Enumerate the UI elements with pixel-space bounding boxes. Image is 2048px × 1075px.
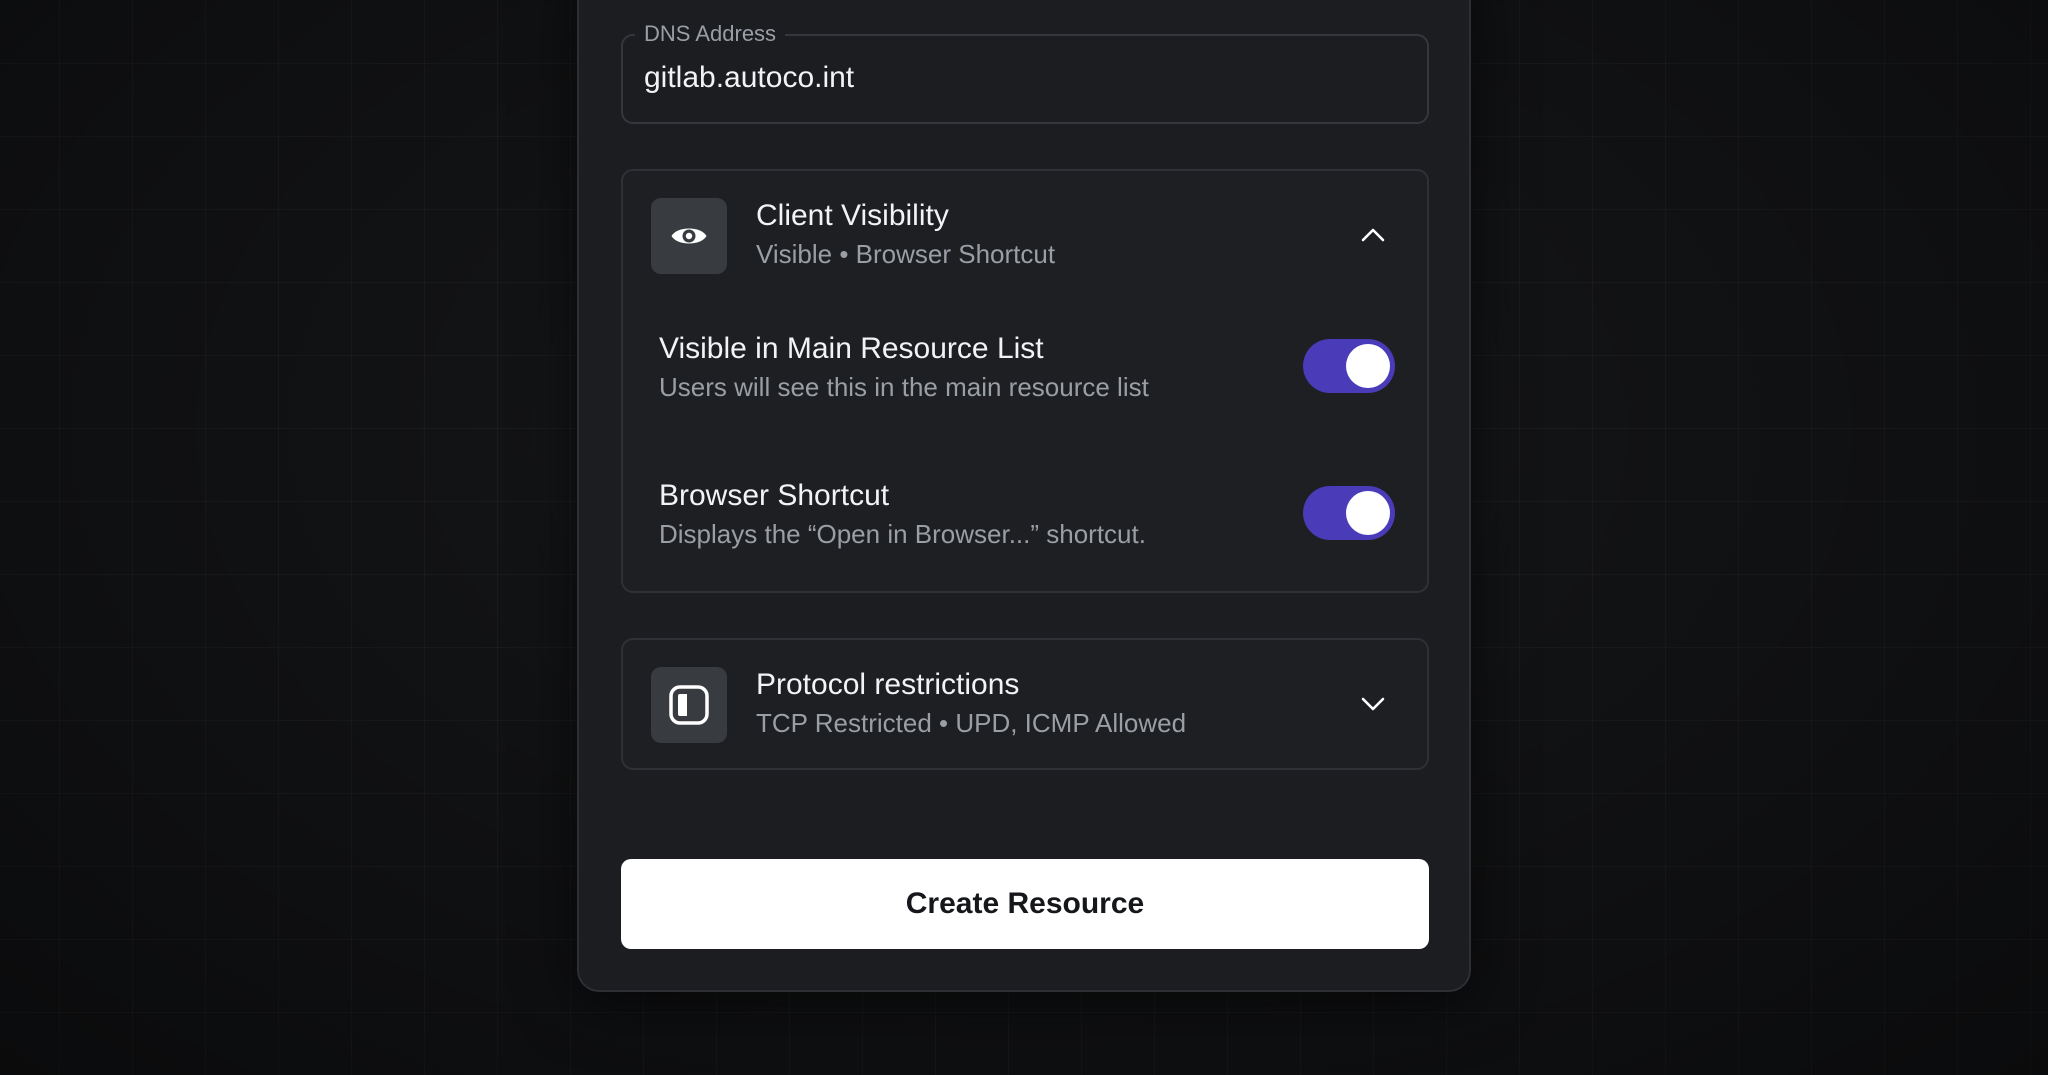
browser-shortcut-title: Browser Shortcut — [659, 479, 890, 512]
expand-chevron-down-icon[interactable] — [1353, 684, 1393, 724]
browser-shortcut-description: Displays the “Open in Browser...” shortc… — [659, 519, 1146, 549]
toggle-knob — [1346, 491, 1390, 535]
dns-address-field[interactable]: DNS Address gitlab.autoco.int — [621, 19, 1429, 124]
protocol-restrictions-subtitle: TCP Restricted • UPD, ICMP Allowed — [756, 708, 1187, 738]
client-visibility-title: Client Visibility — [756, 199, 949, 232]
collapse-chevron-up-icon[interactable] — [1353, 215, 1393, 255]
dns-address-label: DNS Address — [635, 19, 786, 49]
protocol-restrictions-title: Protocol restrictions — [756, 668, 1020, 701]
shield-half-icon — [651, 667, 727, 743]
client-visibility-card: Client Visibility Visible • Browser Shor… — [621, 169, 1429, 593]
visible-in-main-list-row: Visible in Main Resource List Users will… — [659, 330, 1395, 410]
visible-in-main-list-toggle[interactable] — [1303, 339, 1395, 393]
client-visibility-subtitle: Visible • Browser Shortcut — [756, 239, 1056, 269]
browser-shortcut-row: Browser Shortcut Displays the “Open in B… — [659, 477, 1395, 557]
browser-shortcut-toggle[interactable] — [1303, 486, 1395, 540]
visible-in-main-list-description: Users will see this in the main resource… — [659, 372, 1149, 402]
visible-in-main-list-title: Visible in Main Resource List — [659, 332, 1044, 365]
dns-address-input[interactable]: gitlab.autoco.int — [644, 58, 854, 98]
eye-icon — [651, 198, 727, 274]
protocol-restrictions-card[interactable]: Protocol restrictions TCP Restricted • U… — [621, 638, 1429, 770]
toggle-knob — [1346, 344, 1390, 388]
create-resource-button[interactable]: Create Resource — [621, 859, 1429, 949]
